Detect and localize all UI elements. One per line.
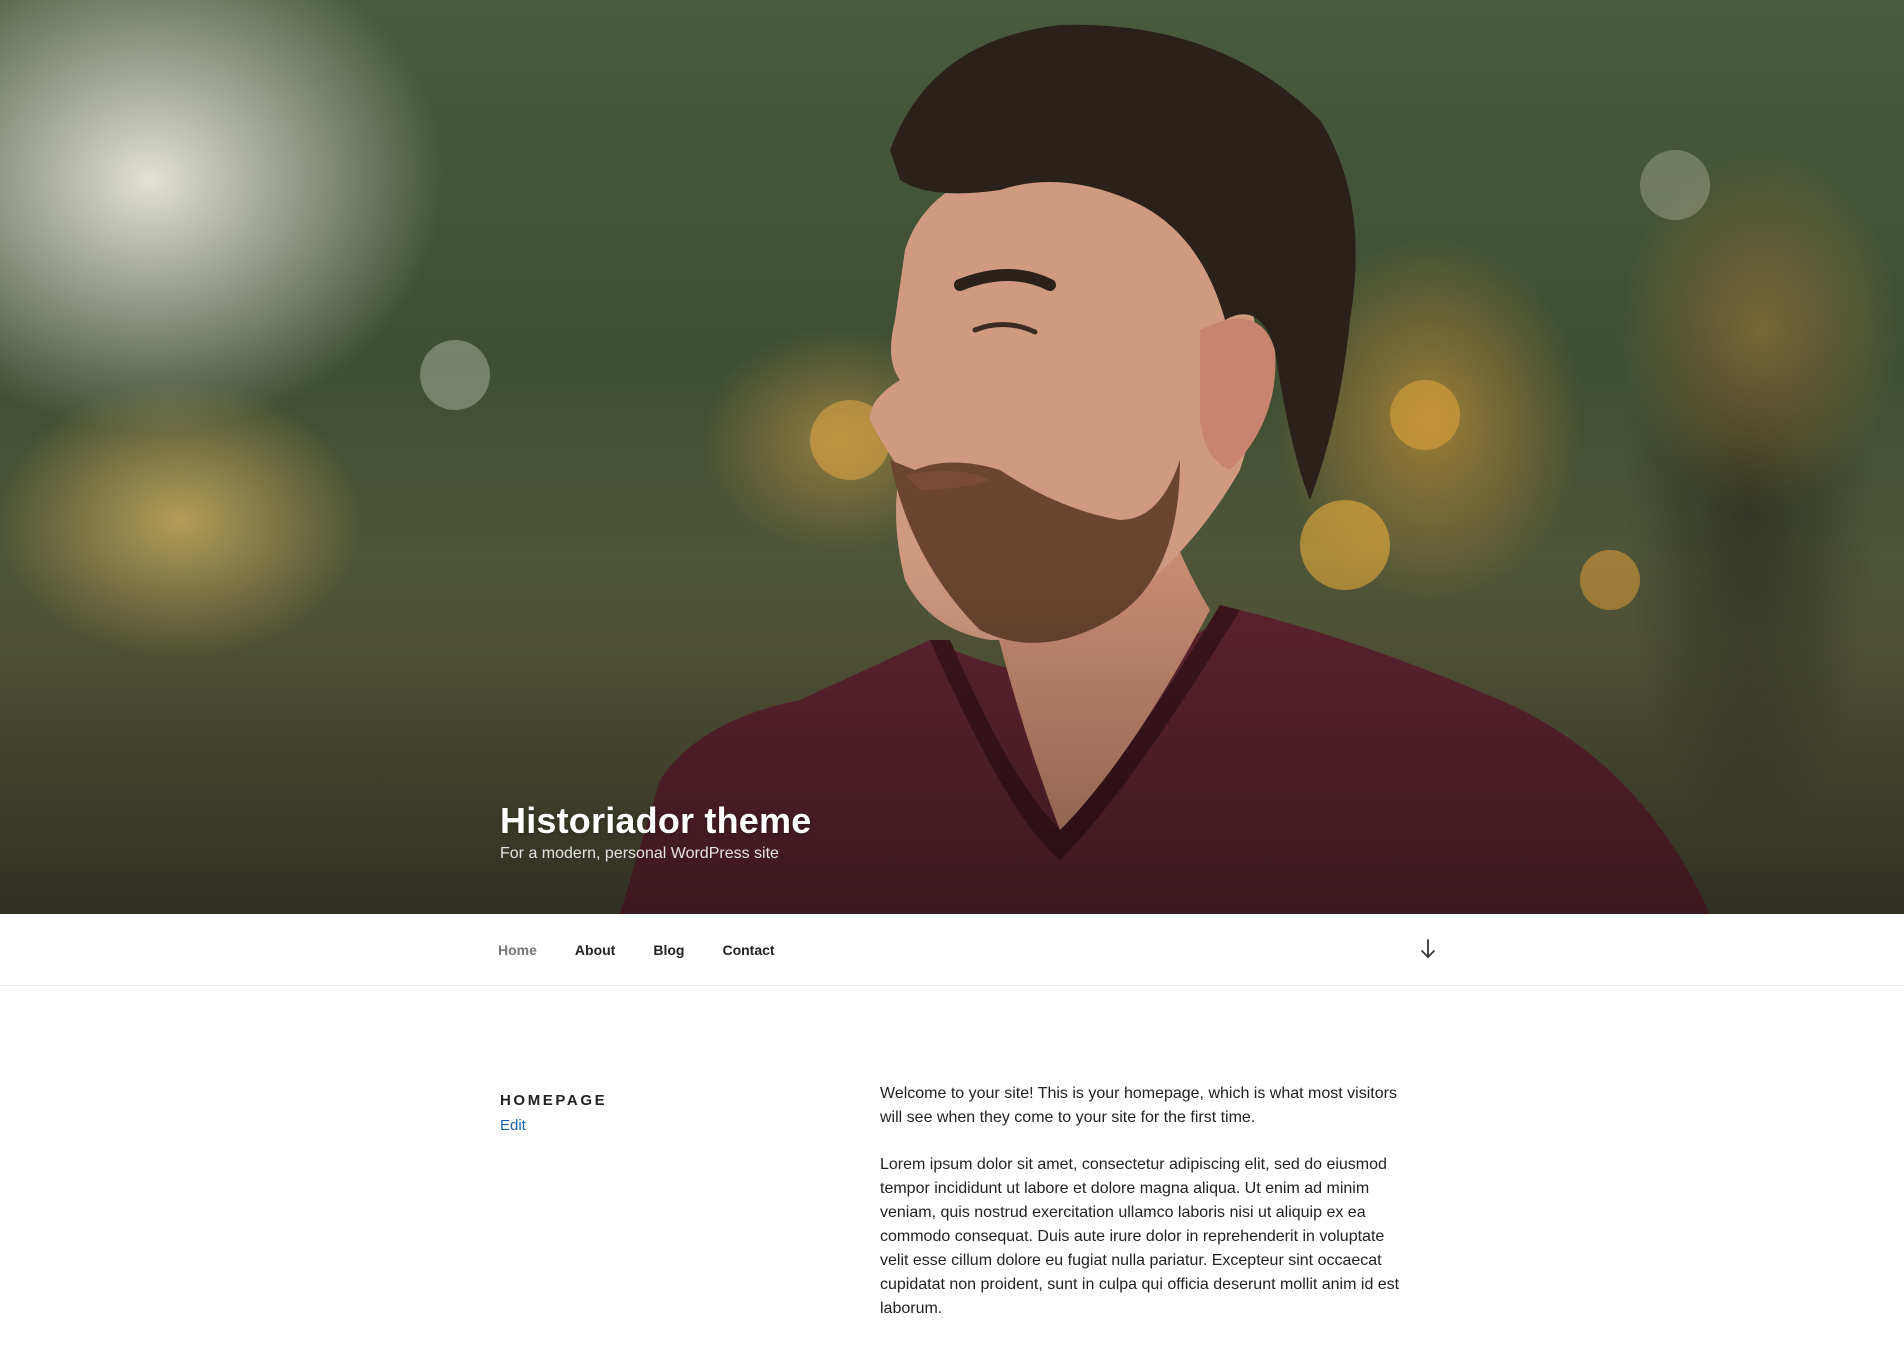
nav-item-about[interactable]: About [575, 942, 615, 958]
arrow-down-icon[interactable] [1416, 937, 1440, 961]
site-description: For a modern, personal WordPress site [500, 845, 779, 862]
header-shade [0, 554, 1904, 914]
entry-content: Welcome to your site! This is your homep… [880, 1082, 1410, 1344]
nav-menu: Home About Blog Contact [498, 914, 813, 985]
paragraph-lorem: Lorem ipsum dolor sit amet, consectetur … [880, 1156, 1400, 1317]
nav-item-home[interactable]: Home [498, 942, 537, 958]
entry-header: HOMEPAGE Edit [500, 1092, 607, 1135]
edit-link[interactable]: Edit [500, 1117, 526, 1134]
custom-header: Historiador theme For a modern, personal… [0, 0, 1904, 914]
paragraph-welcome: Welcome to your site! This is your homep… [880, 1085, 1397, 1126]
nav-item-contact[interactable]: Contact [722, 942, 774, 958]
site-title[interactable]: Historiador theme [500, 800, 811, 842]
top-navigation: Home About Blog Contact [0, 914, 1904, 986]
page-title: HOMEPAGE [500, 1092, 608, 1109]
nav-item-blog[interactable]: Blog [653, 942, 684, 958]
